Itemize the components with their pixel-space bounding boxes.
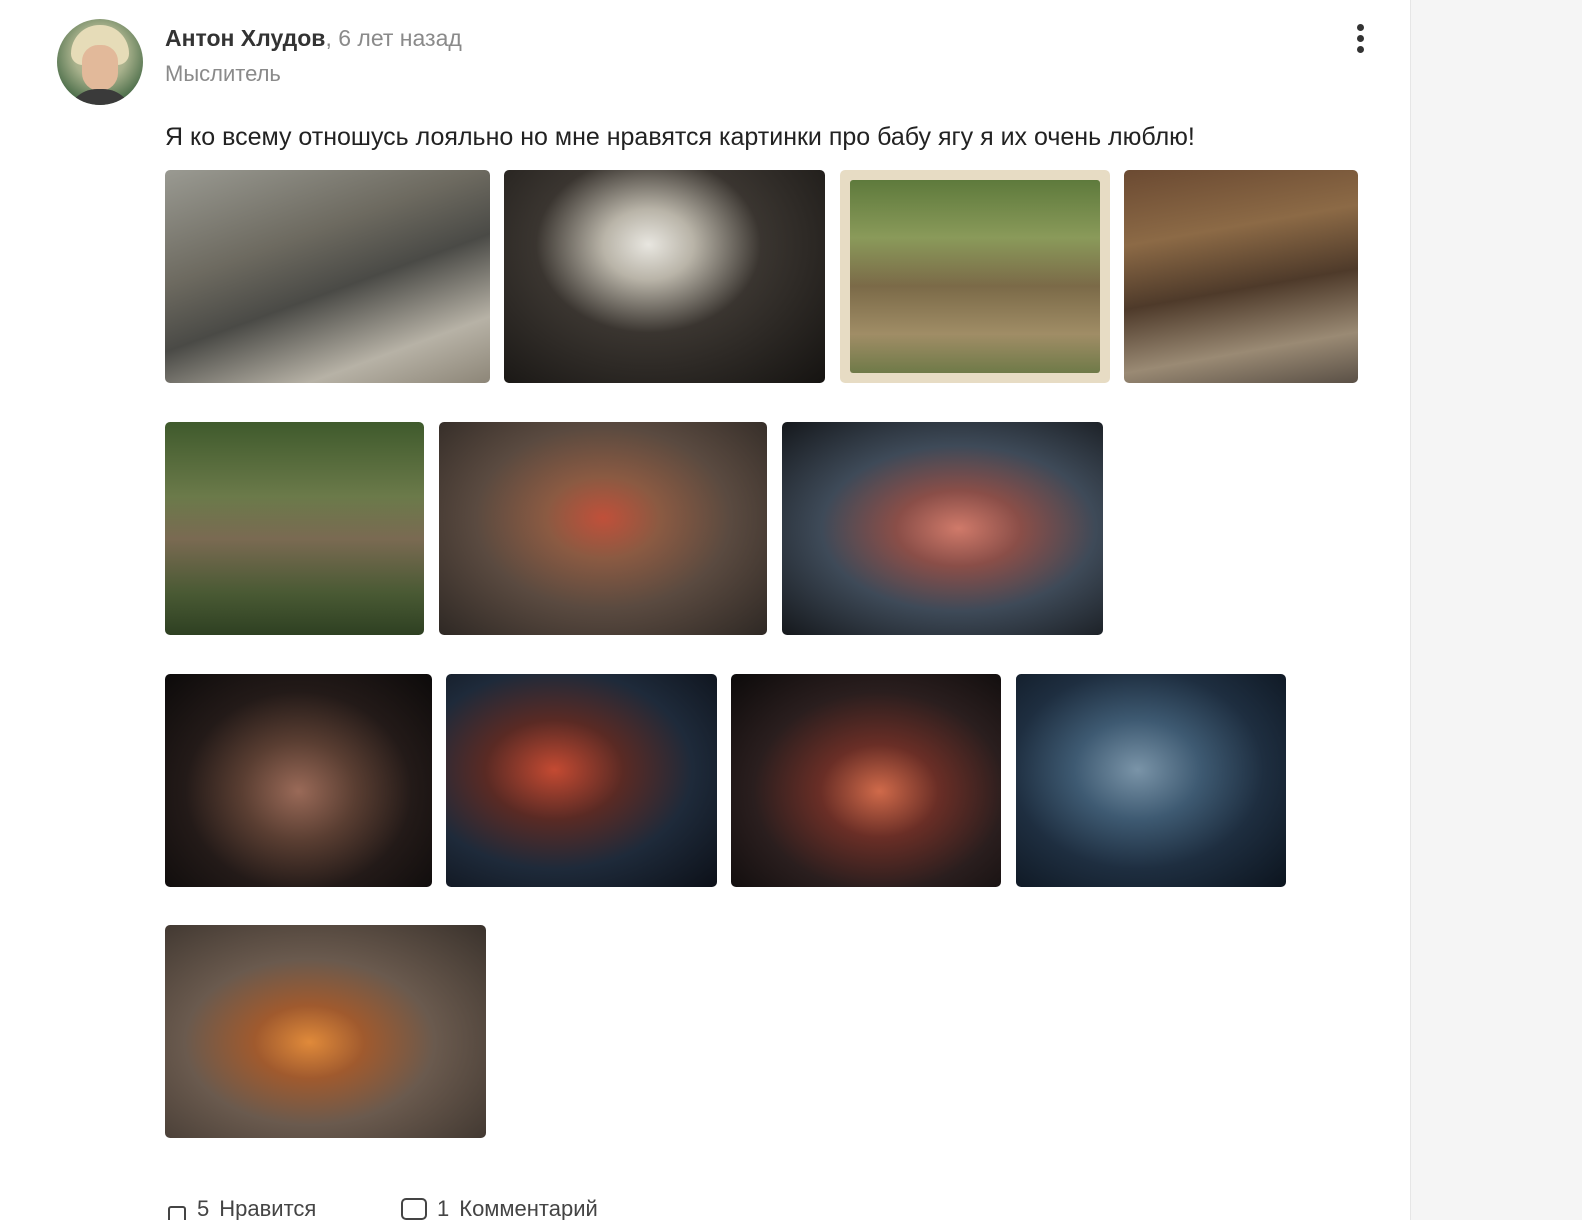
comments-count: 1 bbox=[437, 1196, 450, 1220]
likes-count: 5 bbox=[197, 1196, 210, 1220]
comments-label: Комментарий bbox=[459, 1196, 598, 1220]
comment-icon bbox=[401, 1198, 427, 1220]
photo-thumbnail[interactable] bbox=[446, 674, 717, 887]
post-text: Я ко всему отношусь лояльно но мне нравя… bbox=[165, 123, 1195, 151]
author-separator: , bbox=[325, 25, 332, 51]
author-name[interactable]: Антон Хлудов bbox=[165, 25, 325, 51]
more-options-button[interactable] bbox=[1348, 22, 1374, 56]
likes-label: Нравится bbox=[219, 1196, 317, 1220]
author-rank: Мыслитель bbox=[165, 61, 281, 86]
photo-thumbnail[interactable] bbox=[1016, 674, 1286, 887]
comment-button[interactable]: 1 Комментарий bbox=[401, 1196, 598, 1220]
photo-thumbnail[interactable] bbox=[731, 674, 1001, 887]
avatar[interactable] bbox=[57, 19, 143, 105]
photo-thumbnail[interactable] bbox=[165, 674, 432, 887]
photo-thumbnail[interactable] bbox=[165, 170, 490, 383]
photo-thumbnail[interactable] bbox=[165, 925, 486, 1138]
like-icon bbox=[165, 1198, 187, 1220]
author-line: Антон Хлудов, 6 лет назад bbox=[165, 24, 462, 52]
photo-thumbnail[interactable] bbox=[439, 422, 767, 635]
page: Антон Хлудов, 6 лет назад Мыслитель Я ко… bbox=[0, 0, 1582, 1220]
post-timestamp: 6 лет назад bbox=[338, 25, 462, 51]
photo-thumbnail[interactable] bbox=[840, 170, 1110, 383]
right-rail bbox=[1410, 0, 1582, 1220]
photo-thumbnail[interactable] bbox=[165, 422, 424, 635]
photo-thumbnail[interactable] bbox=[782, 422, 1103, 635]
photo-thumbnail[interactable] bbox=[504, 170, 825, 383]
like-button[interactable]: 5 Нравится bbox=[165, 1196, 316, 1220]
photo-thumbnail[interactable] bbox=[1124, 170, 1358, 383]
